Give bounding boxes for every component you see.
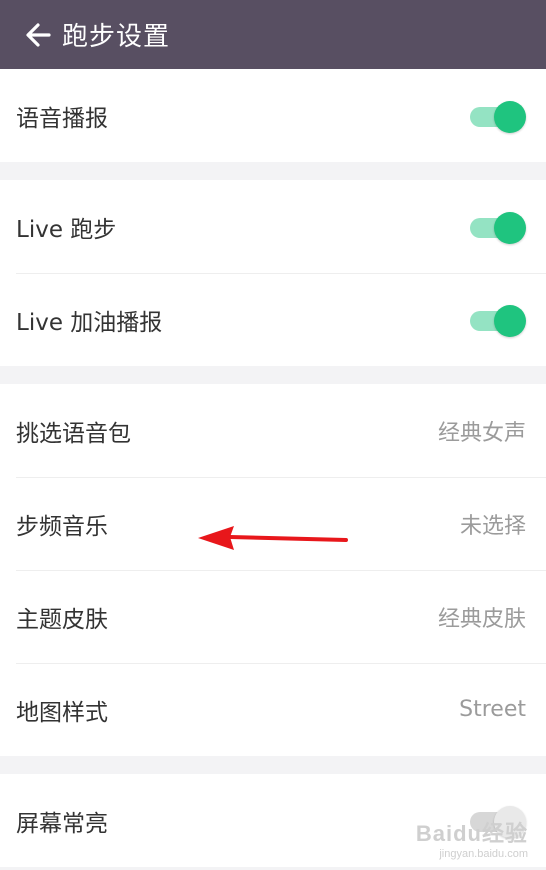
watermark-url: jingyan.baidu.com (439, 848, 528, 860)
live-run-toggle[interactable] (470, 211, 526, 244)
settings-row-live-cheer[interactable]: Live 加油播报 (0, 273, 546, 366)
watermark: Baidu经验 jingyan.baidu.com (416, 816, 528, 860)
row-value: 未选择 (459, 513, 526, 539)
app-header: 跑步设置 (0, 0, 546, 69)
settings-group-live: Live 跑步 Live 加油播报 (0, 180, 546, 366)
row-label: 主题皮肤 (16, 606, 108, 633)
row-label: 语音播报 (16, 105, 108, 132)
live-cheer-toggle[interactable] (470, 304, 526, 337)
toggle-knob (494, 100, 526, 133)
row-value: Street (459, 697, 526, 722)
row-value: 经典女声 (437, 420, 526, 446)
row-value: 经典皮肤 (437, 606, 526, 632)
voice-broadcast-toggle[interactable] (470, 100, 526, 133)
row-label: 屏幕常亮 (16, 810, 108, 837)
settings-group-appearance: 挑选语音包 经典女声 步频音乐 未选择 主题皮肤 经典皮肤 地图样式 Stree… (0, 384, 546, 756)
watermark-logo: Baidu经验 (415, 821, 528, 846)
row-label: 挑选语音包 (16, 420, 131, 447)
row-label: 步频音乐 (16, 513, 108, 540)
annotation-arrow-icon (198, 526, 348, 550)
back-button[interactable] (8, 5, 68, 65)
settings-row-live-run[interactable]: Live 跑步 (0, 180, 546, 273)
page-title: 跑步设置 (62, 22, 171, 52)
settings-row-voice-pack[interactable]: 挑选语音包 经典女声 (0, 384, 546, 477)
settings-group-voice: 语音播报 (0, 69, 546, 162)
row-label: 地图样式 (16, 699, 108, 726)
toggle-knob (494, 211, 526, 244)
arrow-left-icon (26, 22, 51, 47)
row-label: Live 加油播报 (16, 309, 163, 336)
arrow-head (198, 526, 234, 550)
settings-row-map-style[interactable]: 地图样式 Street (0, 663, 546, 756)
settings-row-theme-skin[interactable]: 主题皮肤 经典皮肤 (0, 570, 546, 663)
arrow-shaft (228, 535, 348, 542)
row-label: Live 跑步 (16, 216, 117, 243)
settings-row-voice-broadcast[interactable]: 语音播报 (0, 69, 546, 162)
toggle-knob (494, 304, 526, 337)
